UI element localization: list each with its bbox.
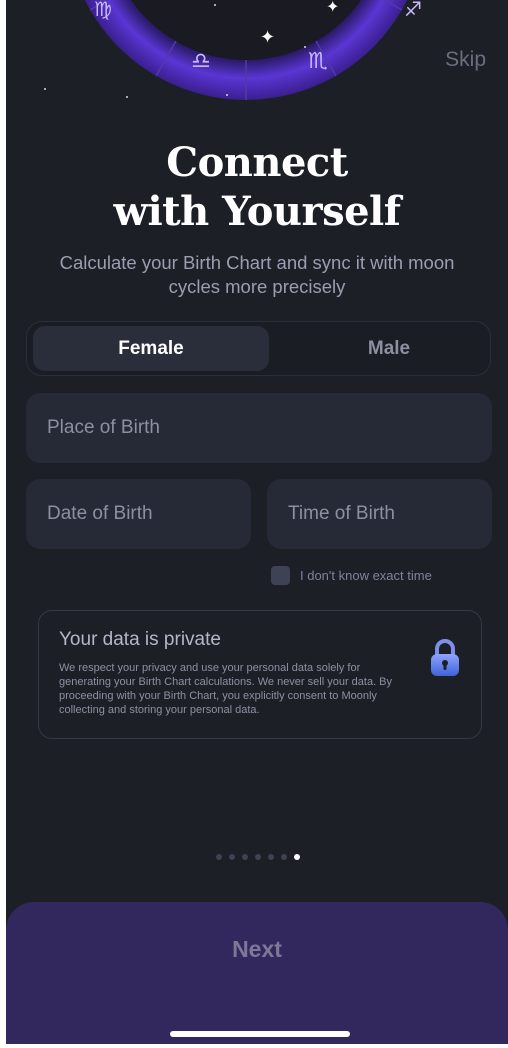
sparkle-icon: ✦ [326,0,340,16]
star-dot [44,88,46,90]
page-dot-active [294,854,300,860]
star-dot [214,4,216,6]
scorpio-icon: ♏ [308,48,328,73]
star-dot [304,46,306,48]
star-dot [226,94,228,96]
gender-selector: Female Male [26,321,491,376]
page-dot [216,854,222,860]
onboarding-screen: ♎ ♏ ♍ ♐ ✦ ✦ Skip Connect with Yourself C… [6,0,508,1044]
unknown-time-option[interactable]: I don't know exact time [271,566,432,585]
date-of-birth-field[interactable]: Date of Birth [26,479,251,549]
home-indicator[interactable] [170,1031,350,1037]
gender-option-male[interactable]: Male [271,326,507,371]
page-title: Connect with Yourself [6,138,508,236]
time-of-birth-field[interactable]: Time of Birth [267,479,492,549]
bottom-panel: Next [6,902,508,1044]
gender-option-female[interactable]: Female [33,326,269,371]
title-line: Connect [166,139,348,186]
sparkle-icon: ✦ [260,27,276,47]
sagittarius-icon: ♐ [404,0,422,21]
title-line: with Yourself [113,188,401,235]
page-dot [229,854,235,860]
place-of-birth-field[interactable]: Place of Birth [26,393,492,463]
zodiac-wheel [66,0,426,100]
page-dot [255,854,261,860]
page-dot [242,854,248,860]
star-dot [126,96,128,98]
virgo-icon: ♍ [94,0,112,21]
lock-icon [427,638,463,678]
libra-icon: ♎ [191,48,211,73]
unknown-time-checkbox[interactable] [271,566,290,585]
page-dot [281,854,287,860]
privacy-card: Your data is private We respect your pri… [38,610,482,739]
page-indicator [216,854,307,860]
privacy-body: We respect your privacy and use your per… [59,662,393,716]
page-dot [268,854,274,860]
page-subtitle: Calculate your Birth Chart and sync it w… [59,252,455,297]
skip-button[interactable]: Skip [445,48,486,72]
privacy-title: Your data is private [59,629,221,650]
unknown-time-label: I don't know exact time [300,568,432,583]
next-button[interactable]: Next [6,936,508,963]
